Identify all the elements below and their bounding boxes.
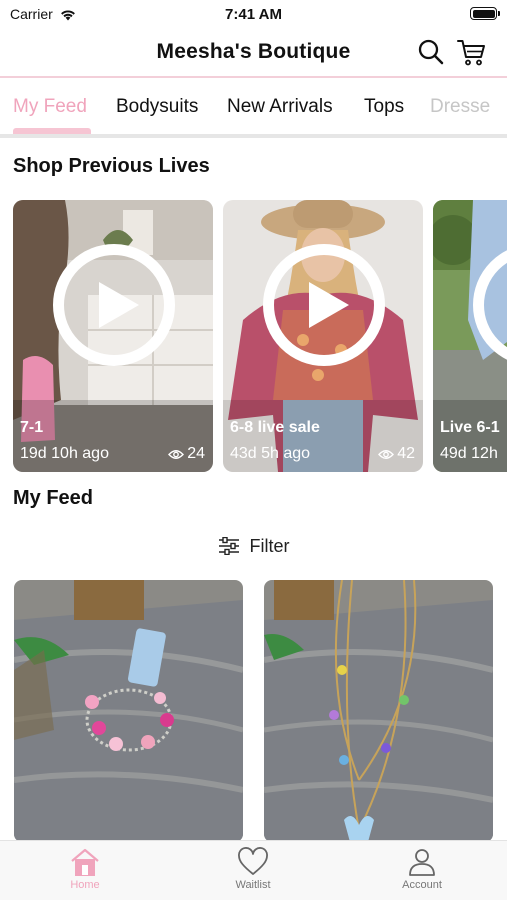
- filter-button[interactable]: Filter: [0, 532, 507, 560]
- bottom-tab-bar: Home Waitlist Account: [0, 840, 507, 900]
- nav-account[interactable]: Account: [362, 847, 482, 891]
- feed-section-title: My Feed: [13, 487, 94, 509]
- live-card[interactable]: Live 6-1 49d 12h: [433, 200, 507, 472]
- tab-bodysuits[interactable]: Bodysuits: [116, 96, 198, 118]
- nav-home-label: Home: [70, 879, 100, 891]
- live-title: Live 6-1: [440, 419, 500, 436]
- battery-icon: [470, 7, 500, 20]
- play-button[interactable]: [53, 244, 175, 366]
- live-time-ago: 49d 12h: [440, 445, 498, 462]
- live-views-value: 24: [187, 445, 205, 462]
- app-header: Meesha's Boutique: [0, 28, 507, 78]
- live-time-ago: 19d 10h ago: [20, 445, 109, 462]
- live-views-value: 42: [397, 445, 415, 462]
- tab-dresses[interactable]: Dresse: [430, 96, 490, 118]
- filter-label: Filter: [249, 535, 290, 556]
- live-title: 7-1: [20, 419, 44, 436]
- live-card[interactable]: 6-8 live sale 43d 5h ago 42: [223, 200, 423, 472]
- play-button[interactable]: [263, 244, 385, 366]
- eye-icon: [168, 449, 185, 459]
- product-card[interactable]: [264, 580, 493, 842]
- nav-waitlist[interactable]: Waitlist: [193, 847, 313, 891]
- status-time: 7:41 AM: [225, 6, 282, 23]
- category-tabs: My Feed Bodysuits New Arrivals Tops Dres…: [0, 80, 507, 138]
- home-icon: [71, 848, 99, 876]
- search-icon[interactable]: [416, 37, 446, 67]
- live-time-ago: 43d 5h ago: [230, 445, 311, 462]
- nav-home[interactable]: Home: [25, 847, 145, 891]
- live-title: 6-8 live sale: [230, 419, 320, 436]
- live-view-count: 24: [168, 445, 205, 463]
- person-icon: [409, 849, 435, 876]
- sliders-icon: [218, 537, 239, 555]
- active-tab-indicator: [13, 128, 91, 134]
- live-card[interactable]: 7-1 19d 10h ago 24: [13, 200, 213, 472]
- heart-icon: [238, 847, 268, 875]
- previous-lives-carousel[interactable]: 7-1 19d 10h ago 24 6-8 live sale 43d 5h …: [0, 200, 507, 472]
- status-bar: Carrier 7:41 AM: [0, 0, 507, 28]
- product-card[interactable]: [14, 580, 243, 842]
- lives-section-title: Shop Previous Lives: [13, 155, 210, 177]
- live-view-count: 42: [378, 445, 415, 463]
- tab-new-arrivals[interactable]: New Arrivals: [227, 96, 333, 118]
- cart-icon[interactable]: [456, 37, 486, 67]
- tab-my-feed[interactable]: My Feed: [13, 96, 87, 118]
- product-image: [264, 580, 493, 842]
- nav-account-label: Account: [402, 879, 442, 891]
- product-image: [14, 580, 243, 842]
- tab-tops[interactable]: Tops: [364, 96, 404, 118]
- eye-icon: [378, 449, 395, 459]
- nav-waitlist-label: Waitlist: [235, 879, 271, 891]
